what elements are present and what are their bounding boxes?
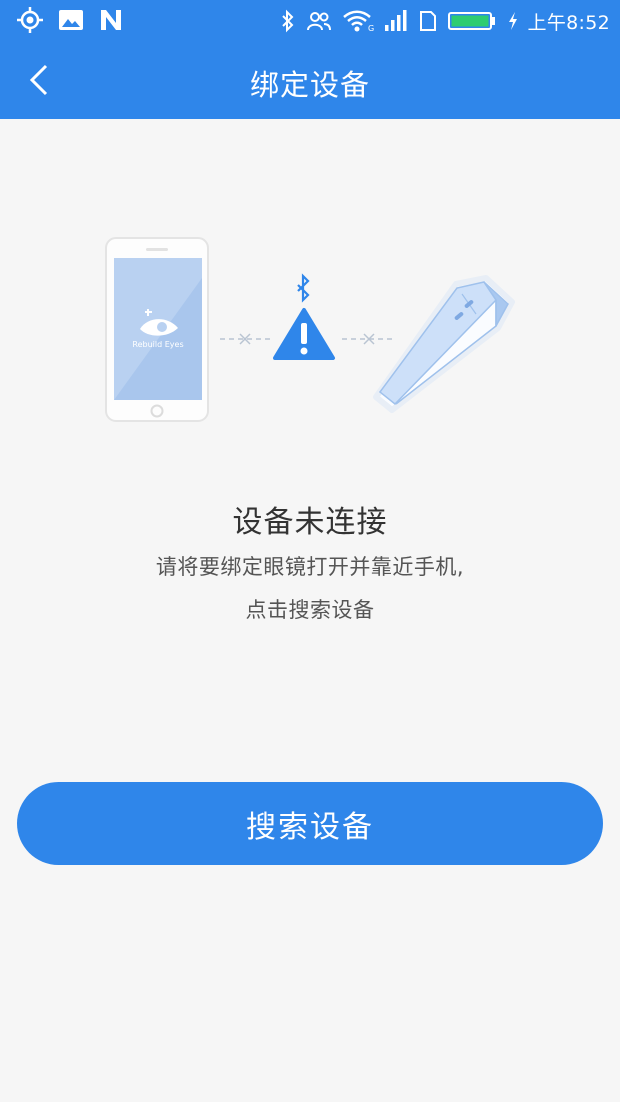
phone-logo-text: Rebuild Eyes [132, 340, 183, 349]
search-device-button[interactable]: 搜索设备 [17, 782, 603, 865]
glasses-device-illustration [373, 275, 515, 413]
hint-line-1: 请将要绑定眼镜打开并靠近手机, [155, 555, 465, 579]
bluetooth-icon [281, 9, 293, 33]
status-bar: G 上午8:52 [0, 0, 620, 42]
phone-illustration: Rebuild Eyes [105, 237, 209, 422]
battery-icon [447, 12, 495, 30]
contacts-icon [306, 12, 331, 31]
page-title: 绑定设备 [249, 68, 370, 102]
warning-icon [273, 308, 335, 360]
location-icon [17, 7, 43, 33]
connection-illustration: Rebuild Eyes [105, 237, 515, 422]
wifi-icon: G [342, 10, 374, 33]
broken-link-left [220, 333, 272, 345]
clock: 上午8:52 [527, 11, 610, 34]
hint-line-2: 点击搜索设备 [245, 598, 375, 622]
bluetooth-icon [297, 273, 310, 303]
app-bar: 绑定设备 [0, 42, 620, 119]
n-logo-icon [101, 10, 121, 30]
charging-icon [508, 12, 517, 30]
connection-status-title: 设备未连接 [232, 505, 388, 540]
signal-icon [384, 10, 407, 31]
sim-icon [419, 11, 436, 31]
gallery-icon [59, 10, 83, 30]
svg-text:G: G [368, 24, 374, 33]
broken-link-right [342, 333, 396, 345]
